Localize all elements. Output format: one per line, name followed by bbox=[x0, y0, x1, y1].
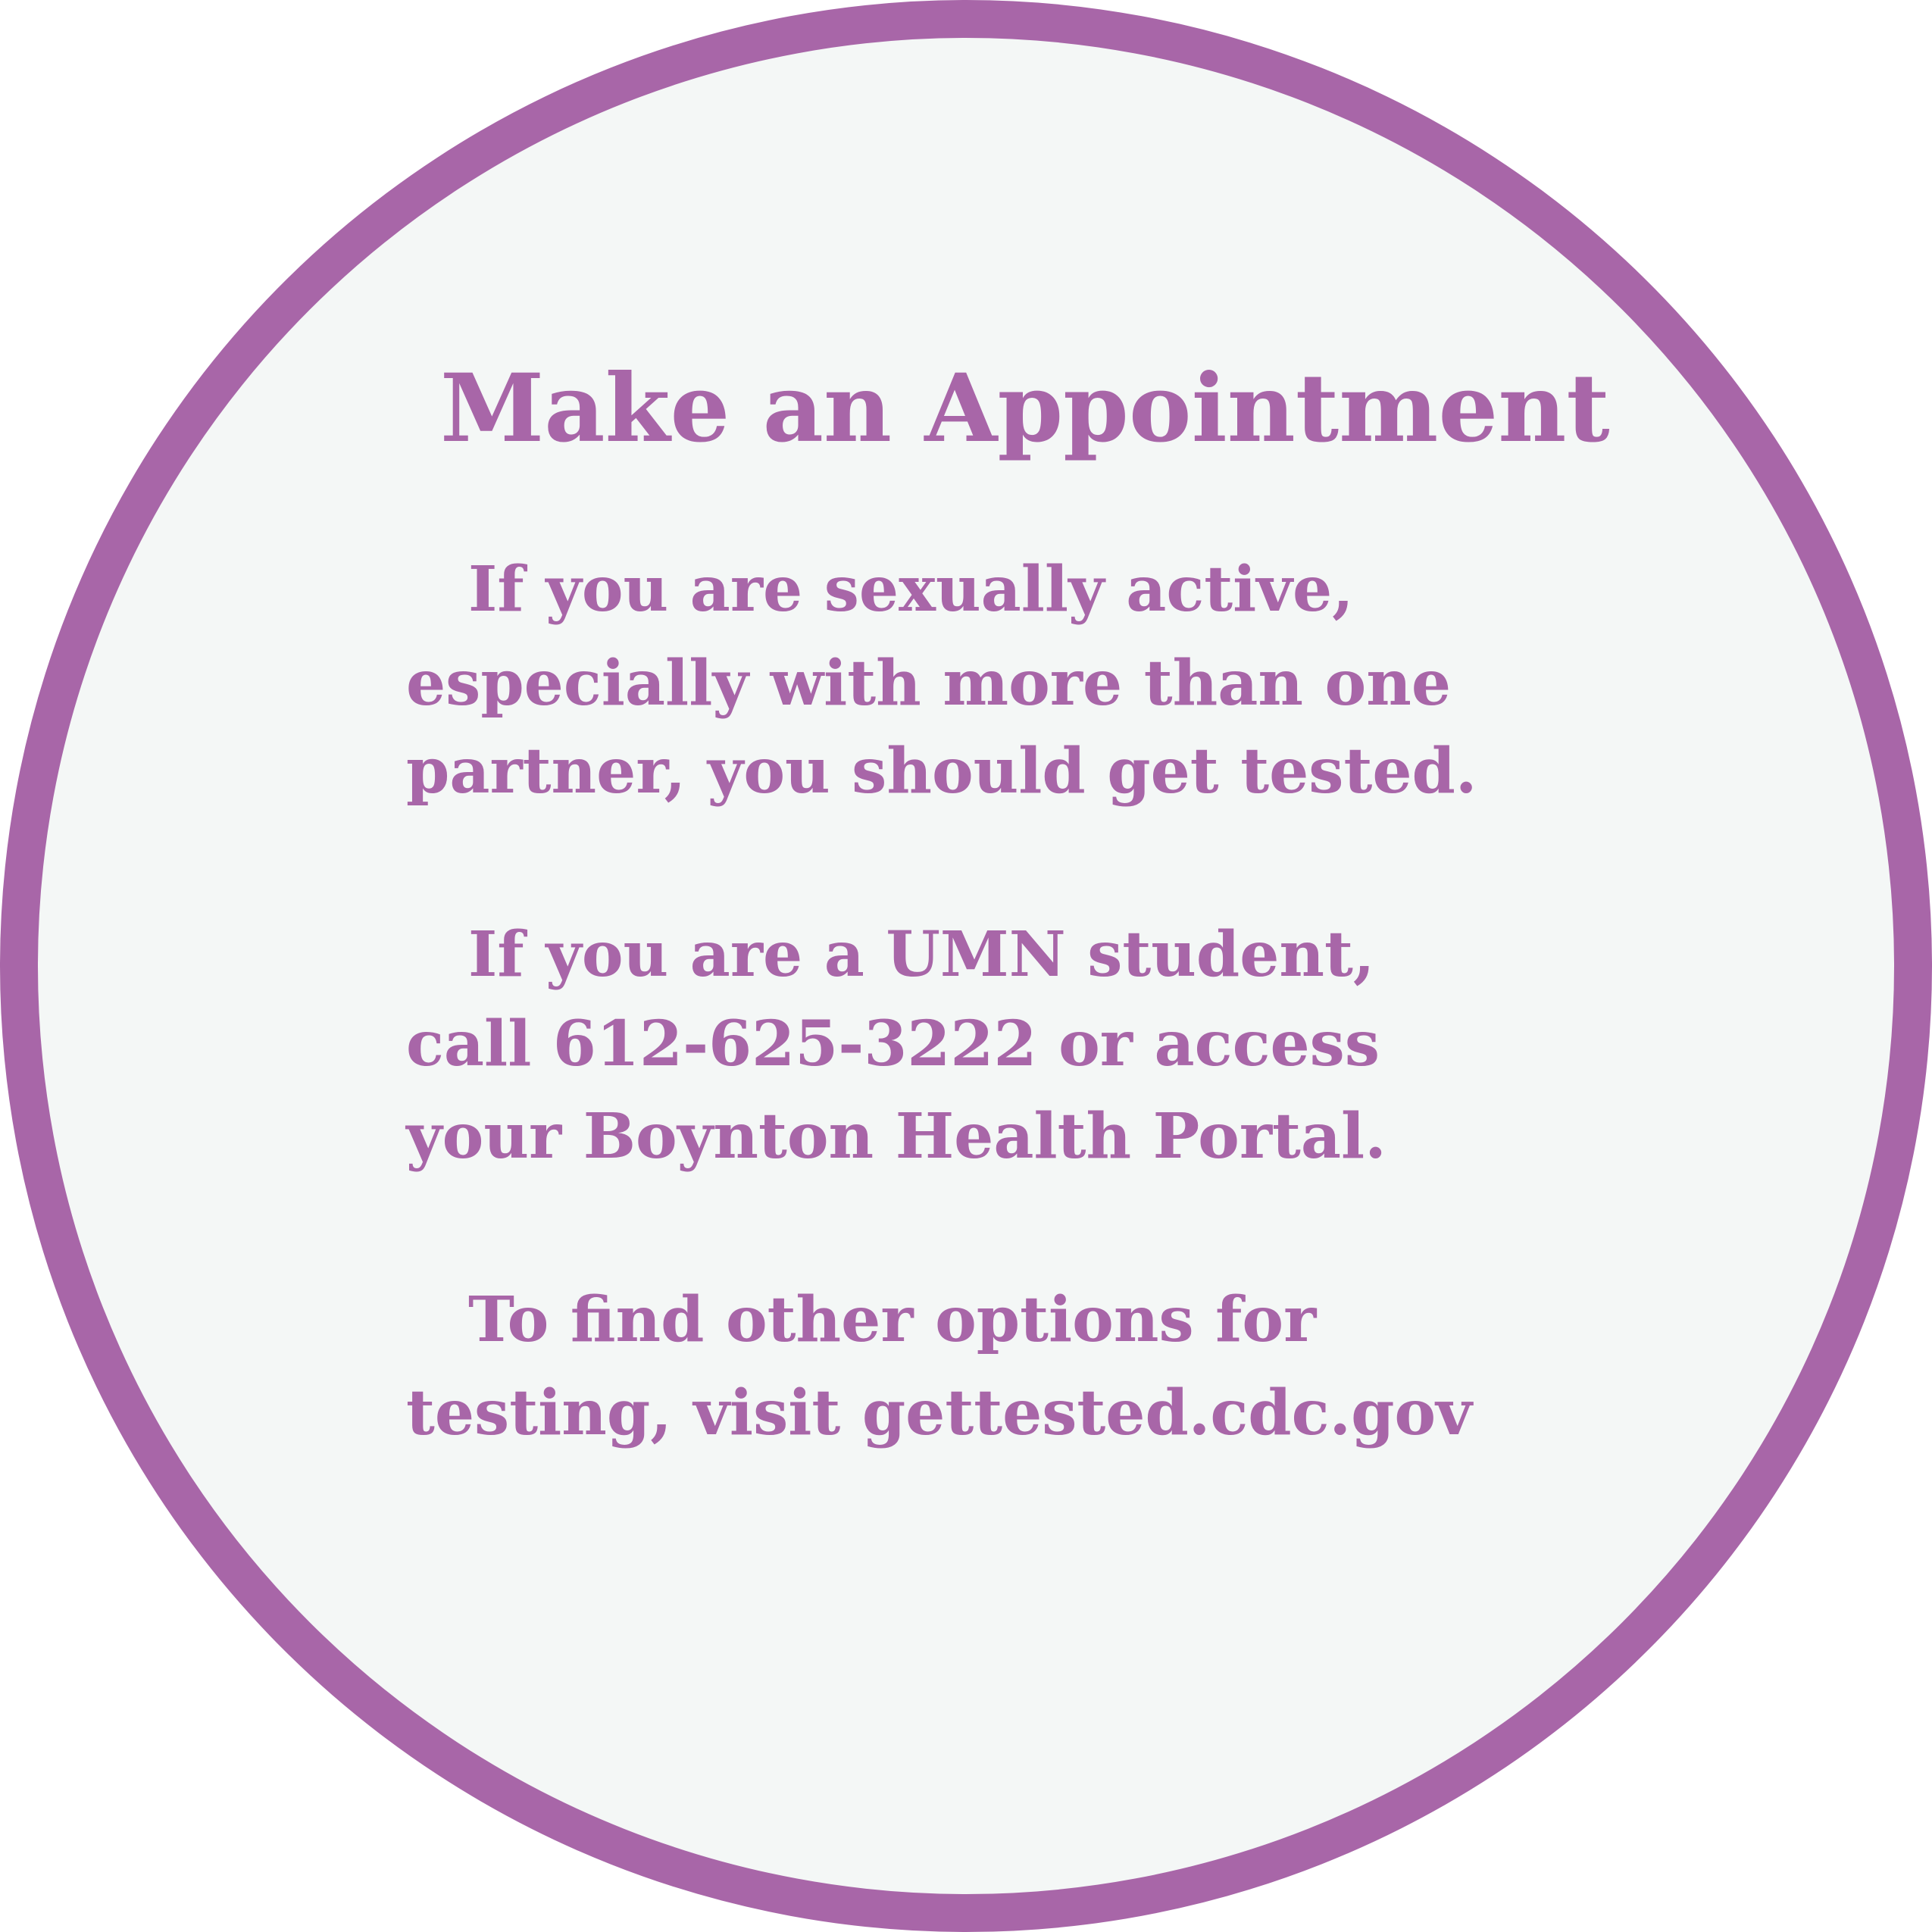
paragraph-line: your Boynton Health Portal. bbox=[406, 1100, 1386, 1173]
paragraph-line: To find other options for bbox=[468, 1283, 1317, 1356]
paragraph-line: If you are a UMN student, bbox=[468, 918, 1375, 991]
paragraph-line: testing, visit gettested.cdc.gov bbox=[406, 1377, 1472, 1449]
paragraph-line: partner, you should get tested. bbox=[406, 735, 1477, 808]
paragraph-line: call 612-625-3222 or access bbox=[406, 1008, 1380, 1080]
appointment-graphic: Make an Appointment If you are sexually … bbox=[0, 0, 1932, 1932]
paragraph-line: If you are sexually active, bbox=[468, 553, 1354, 626]
page-title: Make an Appointment bbox=[440, 354, 1610, 464]
